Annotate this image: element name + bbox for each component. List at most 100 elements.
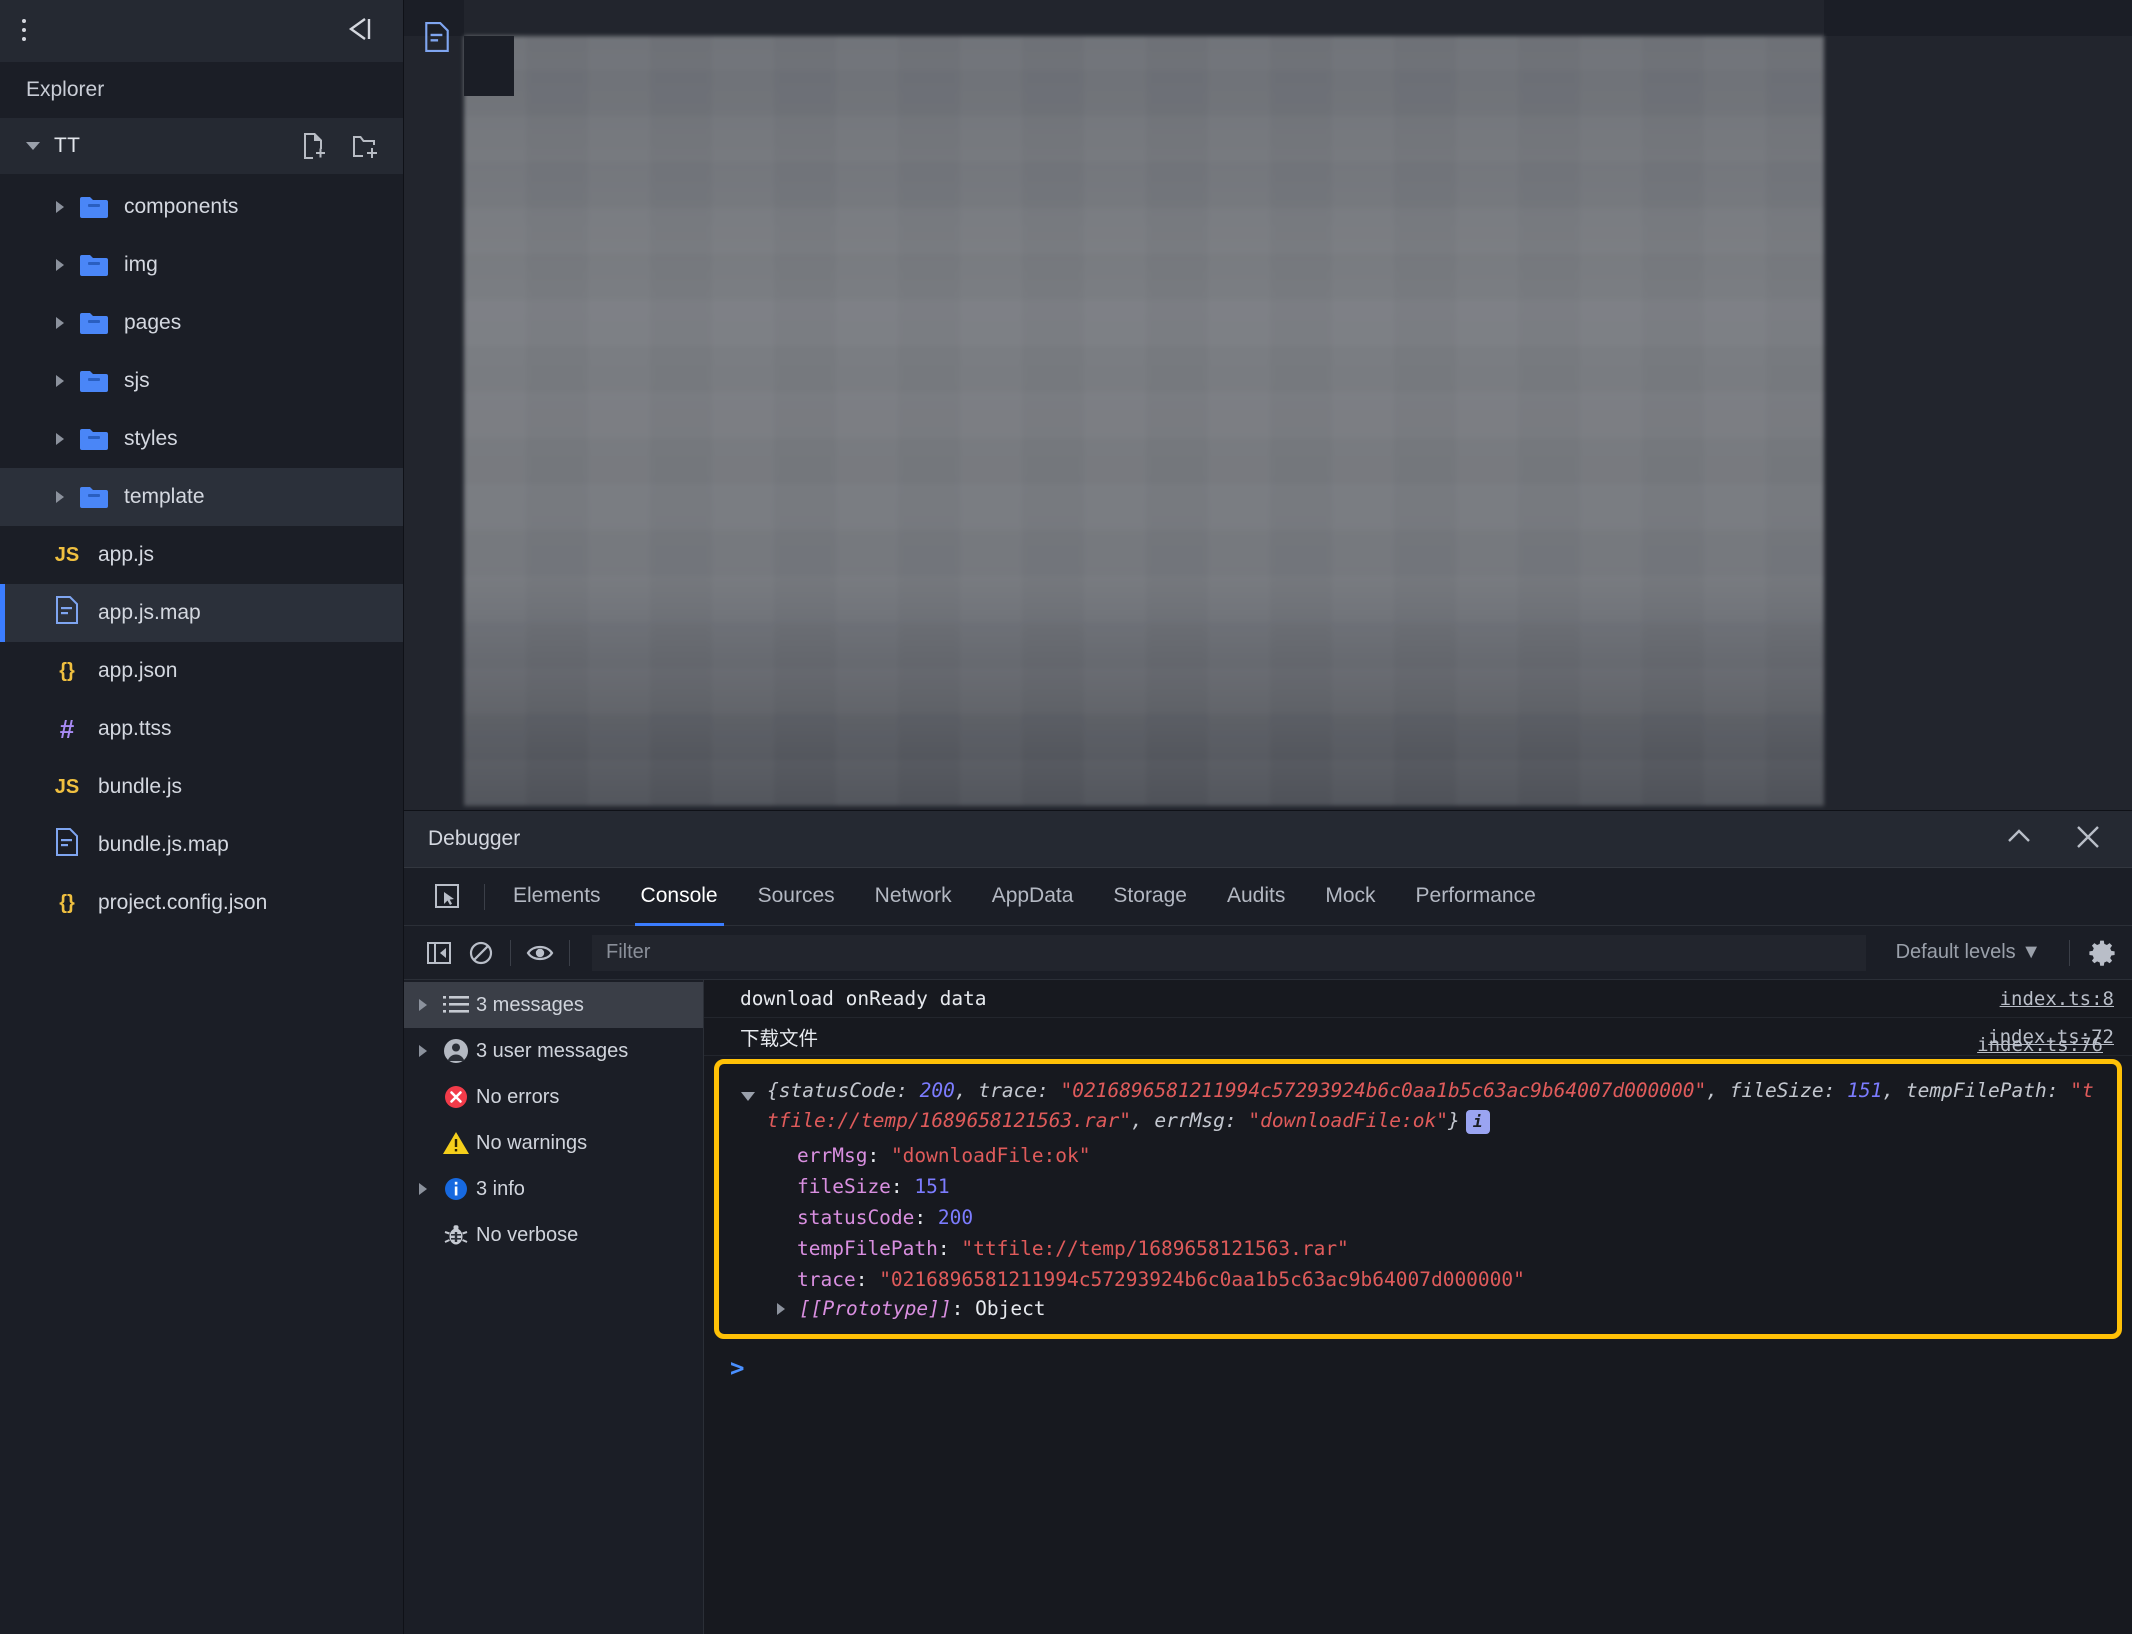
folder-icon [80, 197, 108, 218]
highlighted-object-log[interactable]: index.ts:76 {statusCode: 200, trace: "02… [714, 1034, 2122, 1339]
tree-file-app-js-map[interactable]: app.js.map [0, 584, 403, 642]
console-toolbar: Default levels ▼ [404, 926, 2132, 980]
ide-window: Explorer TT components img pages sjs sty… [0, 0, 2132, 1634]
live-expression-icon[interactable] [519, 936, 561, 970]
sidebar-item-info[interactable]: 3 info [404, 1166, 703, 1212]
tree-folder-pages[interactable]: pages [0, 294, 403, 352]
gear-icon[interactable] [2078, 939, 2132, 967]
error-icon [436, 1083, 476, 1111]
collapse-sidebar-icon[interactable] [343, 15, 377, 48]
blurred-code-content [464, 36, 1824, 806]
object-property-row[interactable]: statusCode: 200 [797, 1202, 2117, 1233]
editor-tabbar [404, 0, 2132, 36]
summary-number: 200 [919, 1079, 955, 1102]
folder-icon [80, 487, 108, 508]
sidebar-item-all-messages[interactable]: 3 messages [404, 982, 703, 1028]
chevron-down-icon[interactable] [741, 1092, 755, 1101]
json-file-icon: {} [59, 659, 75, 682]
tab-performance[interactable]: Performance [1396, 868, 1556, 926]
chevron-right-icon[interactable] [410, 1045, 436, 1057]
project-root-label: TT [54, 134, 81, 157]
object-prototype-row[interactable]: [[Prototype]] : Object [719, 1297, 2117, 1320]
console-prompt[interactable]: > [704, 1348, 2132, 1388]
console-log-line[interactable]: download onReady data index.ts:8 [704, 980, 2132, 1018]
tab-elements[interactable]: Elements [493, 868, 621, 926]
tab-appdata[interactable]: AppData [972, 868, 1094, 926]
explorer-title: Explorer [0, 62, 403, 118]
tab-sources[interactable]: Sources [738, 868, 855, 926]
sidebar-item-label: No verbose [476, 1223, 579, 1246]
console-sidebar-icon[interactable] [418, 936, 460, 970]
project-root-row[interactable]: TT [0, 118, 403, 174]
editor-gutter-corner [464, 36, 514, 96]
tree-item-label: pages [124, 311, 182, 334]
property-value: "downloadFile:ok" [890, 1144, 1091, 1167]
object-property-row[interactable]: errMsg: "downloadFile:ok" [797, 1140, 2117, 1171]
tree-file-project-config-json[interactable]: {} project.config.json [0, 874, 403, 932]
folder-icon [80, 255, 108, 276]
tree-folder-styles[interactable]: styles [0, 410, 403, 468]
info-badge-icon[interactable]: i [1465, 1109, 1490, 1134]
tab-console[interactable]: Console [621, 868, 738, 926]
chevron-right-icon [56, 201, 64, 213]
object-property-row[interactable]: fileSize: 151 [797, 1171, 2117, 1202]
tree-item-label: components [124, 195, 239, 218]
chevron-right-icon[interactable] [410, 1183, 436, 1195]
summary-number: 151 [1847, 1079, 1883, 1102]
tree-file-app-json[interactable]: {} app.json [0, 642, 403, 700]
folder-icon [80, 313, 108, 334]
tree-folder-template[interactable]: template [0, 468, 403, 526]
debugger-tabbar: Elements Console Sources Network AppData… [404, 868, 2132, 926]
tree-item-label: app.js.map [98, 601, 201, 624]
clear-console-icon[interactable] [460, 936, 502, 970]
tree-file-bundle-js-map[interactable]: bundle.js.map [0, 816, 403, 874]
tab-audits[interactable]: Audits [1207, 868, 1305, 926]
sidebar-item-verbose[interactable]: No verbose [404, 1212, 703, 1258]
tab-network[interactable]: Network [855, 868, 972, 926]
tree-item-label: app.json [98, 659, 178, 682]
property-value: "ttfile://temp/1689658121563.rar" [961, 1237, 1349, 1260]
tree-file-bundle-js[interactable]: JS bundle.js [0, 758, 403, 816]
chevron-right-icon [56, 491, 64, 503]
inspect-element-icon[interactable] [430, 880, 466, 914]
tree-item-label: img [124, 253, 158, 276]
sidebar-item-warnings[interactable]: No warnings [404, 1120, 703, 1166]
close-icon[interactable] [2074, 824, 2102, 855]
tab-storage[interactable]: Storage [1093, 868, 1207, 926]
property-key: statusCode [797, 1206, 915, 1229]
editor-tab-active[interactable] [464, 0, 1824, 36]
tree-folder-components[interactable]: components [0, 178, 403, 236]
object-properties: errMsg: "downloadFile:ok" fileSize: 151 … [719, 1136, 2117, 1295]
console-log-line[interactable]: 下载文件 index.ts:72 [704, 1018, 2132, 1056]
sidebar-item-errors[interactable]: No errors [404, 1074, 703, 1120]
tree-item-label: sjs [124, 369, 150, 392]
debugger-title: Debugger [428, 827, 521, 850]
console-output[interactable]: download onReady data index.ts:8 下载文件 in… [704, 980, 2132, 1634]
style-file-icon: # [59, 713, 75, 744]
tree-item-label: styles [124, 427, 178, 450]
new-folder-icon[interactable] [351, 131, 379, 161]
sidebar-item-label: No errors [476, 1085, 560, 1108]
new-file-icon[interactable] [301, 131, 327, 161]
tree-file-app-ttss[interactable]: # app.ttss [0, 700, 403, 758]
sidebar-item-user-messages[interactable]: 3 user messages [404, 1028, 703, 1074]
object-property-row[interactable]: trace: "0216896581211994c57293924b6c0aa1… [797, 1264, 2117, 1295]
chevron-right-icon [56, 317, 64, 329]
source-link[interactable]: index.ts:76 [1977, 1034, 2103, 1056]
console-body: 3 messages 3 user messages No errors No … [404, 980, 2132, 1634]
bug-icon [436, 1222, 476, 1248]
chevron-up-icon[interactable] [2004, 825, 2034, 854]
object-property-row[interactable]: tempFilePath: "ttfile://temp/16896581215… [797, 1233, 2117, 1264]
tab-mock[interactable]: Mock [1305, 868, 1395, 926]
chevron-right-icon[interactable] [410, 999, 436, 1011]
tree-folder-sjs[interactable]: sjs [0, 352, 403, 410]
divider [484, 883, 485, 910]
list-icon [436, 994, 476, 1016]
log-levels-dropdown[interactable]: Default levels ▼ [1876, 941, 2061, 964]
list-menu-icon[interactable] [22, 18, 56, 44]
source-link[interactable]: index.ts:8 [2000, 988, 2114, 1010]
tree-file-app-js[interactable]: JS app.js [0, 526, 403, 584]
filter-input[interactable] [592, 934, 1866, 971]
tree-folder-img[interactable]: img [0, 236, 403, 294]
object-summary-row[interactable]: {statusCode: 200, trace: "02168965812119… [719, 1076, 2117, 1136]
